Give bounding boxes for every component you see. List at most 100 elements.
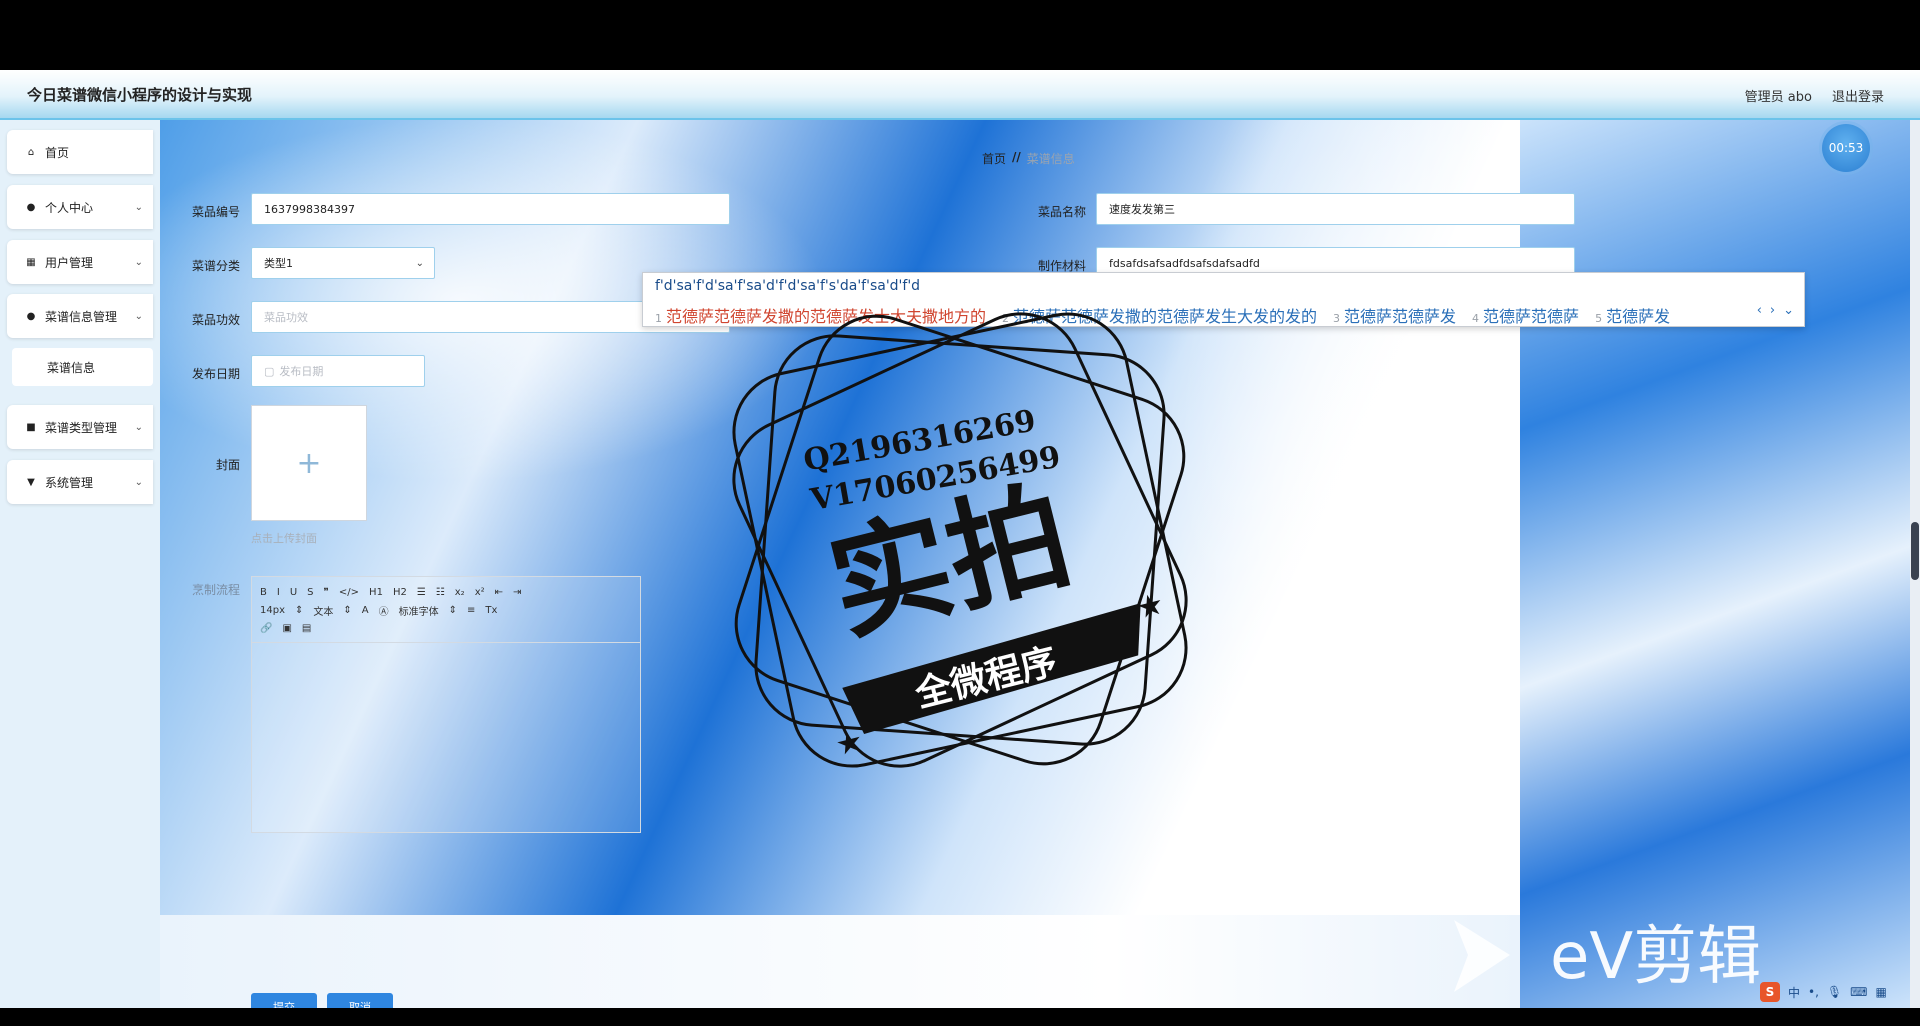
chevron-down-icon: ⌄ [134, 310, 143, 322]
code-icon[interactable]: </> [339, 587, 359, 598]
sidebar: ⌂ 首页 ● 个人中心 ⌄ ▦ 用户管理 ⌄ ● 菜谱信息管理 ⌄ 菜谱信息 ■… [0, 120, 160, 1008]
chevron-left-icon[interactable]: ‹ [1757, 303, 1762, 318]
sidebar-item-user-management[interactable]: ▦ 用户管理 ⌄ [7, 240, 153, 284]
cancel-button[interactable]: 取消 [327, 993, 393, 1008]
user-area: 管理员 abo 退出登录 [1745, 86, 1884, 105]
code-input[interactable]: 1637998384397 [251, 193, 730, 225]
recording-timer: 00:53 [1822, 124, 1870, 172]
logout-button[interactable]: 退出登录 [1832, 86, 1884, 105]
chevron-updown-icon: ⇕ [343, 604, 352, 616]
chevron-updown-icon: ⇕ [295, 604, 304, 616]
screen: 今日菜谱微信小程序的设计与实现 管理员 abo 退出登录 ⌂ 首页 ● 个人中心… [0, 0, 1920, 1026]
chevron-right-icon[interactable]: › [1770, 303, 1775, 318]
background-wave-decoration [1520, 120, 1920, 1008]
subscript-icon[interactable]: x₂ [455, 587, 465, 598]
process-label: 烹制流程 [191, 583, 240, 597]
breadcrumb-home[interactable]: 首页 [982, 150, 1006, 167]
date-placeholder: 发布日期 [279, 365, 324, 378]
code-label: 菜品编号 [191, 205, 240, 219]
indent-icon[interactable]: ⇥ [513, 587, 521, 598]
menu-grid-icon[interactable]: ▦ [1875, 985, 1886, 999]
sidebar-item-system-management[interactable]: ▼ 系统管理 ⌄ [7, 460, 153, 504]
breadcrumb-separator: // [1012, 150, 1021, 164]
pin-icon: ● [26, 310, 36, 322]
keyboard-icon[interactable]: ⌨ [1850, 985, 1867, 999]
bullet-list-icon[interactable]: ☷ [436, 587, 445, 598]
image-icon[interactable]: ▣ [282, 623, 291, 634]
ime-language-indicator[interactable]: 中 [1788, 984, 1800, 1001]
ordered-list-icon[interactable]: ☰ [417, 587, 426, 598]
video-icon[interactable]: ▤ [302, 623, 311, 634]
ime-candidate-number: 1 [655, 312, 662, 325]
sidebar-item-label: 用户管理 [45, 255, 94, 270]
watermark-stamp: Q2196316269 V17060256499 实拍 全微程序 ★ ★ [732, 312, 1188, 768]
settings-icon: ▼ [27, 476, 35, 488]
font-size-select[interactable]: 14px [260, 605, 285, 616]
background-color-icon[interactable]: Ⓐ [379, 603, 389, 618]
font-color-icon[interactable]: A [362, 605, 369, 616]
ime-candidate-text: 范德萨范德萨 [1483, 307, 1580, 326]
bold-icon[interactable]: B [260, 587, 267, 598]
editor-toolbar-row: 🔗 ▣ ▤ [260, 619, 632, 637]
align-icon[interactable]: ≡ [467, 605, 475, 616]
ime-candidate-text: 范德萨发 [1606, 307, 1671, 326]
sidebar-item-label: 菜谱信息管理 [45, 309, 118, 324]
scrollbar-thumb[interactable] [1911, 522, 1919, 580]
checkbox-icon: ■ [26, 421, 36, 433]
vertical-scrollbar[interactable] [1910, 120, 1920, 1008]
category-label: 菜谱分类 [191, 259, 240, 273]
home-icon: ⌂ [27, 146, 35, 158]
date-picker[interactable]: ▢ 发布日期 [251, 355, 425, 387]
quote-icon[interactable]: ❞ [324, 587, 329, 598]
category-selected-value: 类型1 [264, 257, 293, 270]
sidebar-subitem-recipe-info[interactable]: 菜谱信息 [12, 348, 153, 386]
sidebar-item-personal-center[interactable]: ● 个人中心 ⌄ [7, 185, 153, 229]
admin-user-label[interactable]: 管理员 abo [1745, 86, 1812, 105]
sidebar-item-label: 首页 [45, 145, 70, 160]
ime-candidate-number: 3 [1333, 312, 1341, 325]
ime-candidate[interactable]: 4 范德萨范德萨 [1472, 303, 1579, 327]
editor-toolbar: B I U S ❞ </> H1 H2 ☰ ☷ x₂ x² ⇤ ⇥ 14px ⇕ 文本 ⇕ A Ⓐ 标准字… [252, 577, 640, 643]
sogou-ime-icon[interactable]: S [1760, 982, 1780, 1002]
ime-candidate[interactable]: 3 范德萨范德萨发 [1333, 303, 1456, 327]
text-style-select[interactable]: 文本 [313, 603, 333, 618]
underline-icon[interactable]: U [290, 587, 297, 598]
sidebar-item-recipe-type-management[interactable]: ■ 菜谱类型管理 ⌄ [7, 405, 153, 449]
category-select[interactable]: 类型1 ⌄ [251, 247, 435, 279]
heading2-icon[interactable]: H2 [393, 587, 407, 598]
strikethrough-icon[interactable]: S [307, 587, 313, 598]
link-icon[interactable]: 🔗 [260, 623, 272, 634]
punctuation-icon[interactable]: •, [1808, 985, 1819, 999]
chevron-down-icon[interactable]: ⌄ [1783, 303, 1794, 318]
ev-logo-text: eV剪辑 [1550, 920, 1761, 994]
clear-format-icon[interactable]: Tx [485, 605, 497, 616]
chevron-down-icon: ⌄ [415, 257, 424, 269]
rich-text-editor[interactable]: B I U S ❞ </> H1 H2 ☰ ☷ x₂ x² ⇤ ⇥ 14px ⇕ 文本 ⇕ A Ⓐ 标准字… [251, 576, 641, 833]
italic-icon[interactable]: I [277, 587, 280, 598]
superscript-icon[interactable]: x² [475, 587, 485, 598]
cover-upload-button[interactable]: + [251, 405, 367, 521]
effect-label: 菜品功效 [191, 313, 240, 327]
sidebar-item-home[interactable]: ⌂ 首页 [7, 130, 153, 174]
font-family-select[interactable]: 标准字体 [399, 603, 439, 618]
ime-candidate[interactable]: 5 范德萨发 [1595, 303, 1670, 327]
chevron-down-icon: ⌄ [134, 421, 143, 433]
app-title: 今日菜谱微信小程序的设计与实现 [27, 86, 253, 104]
editor-toolbar-row: B I U S ❞ </> H1 H2 ☰ ☷ x₂ x² ⇤ ⇥ [260, 583, 632, 601]
sidebar-item-recipe-info-management[interactable]: ● 菜谱信息管理 ⌄ [7, 294, 153, 338]
heading1-icon[interactable]: H1 [369, 587, 383, 598]
chevron-down-icon: ⌄ [134, 256, 143, 268]
chevron-updown-icon: ⇕ [448, 604, 458, 616]
form-actions: 提交 取消 [251, 993, 393, 1008]
microphone-icon[interactable]: 🎙 [1827, 985, 1842, 999]
name-input[interactable]: 速度发发第三 [1096, 193, 1575, 225]
date-label: 发布日期 [191, 367, 240, 381]
ime-candidate-number: 5 [1595, 312, 1603, 325]
outdent-icon[interactable]: ⇤ [495, 587, 503, 598]
submit-button[interactable]: 提交 [251, 993, 317, 1008]
cover-upload-hint: 点击上传封面 [251, 532, 317, 545]
sidebar-item-label: 个人中心 [45, 200, 94, 215]
name-label: 菜品名称 [1037, 205, 1086, 219]
ime-page-controls: ‹ › ⌄ [1757, 303, 1794, 318]
top-bar: 今日菜谱微信小程序的设计与实现 管理员 abo 退出登录 [0, 70, 1920, 120]
